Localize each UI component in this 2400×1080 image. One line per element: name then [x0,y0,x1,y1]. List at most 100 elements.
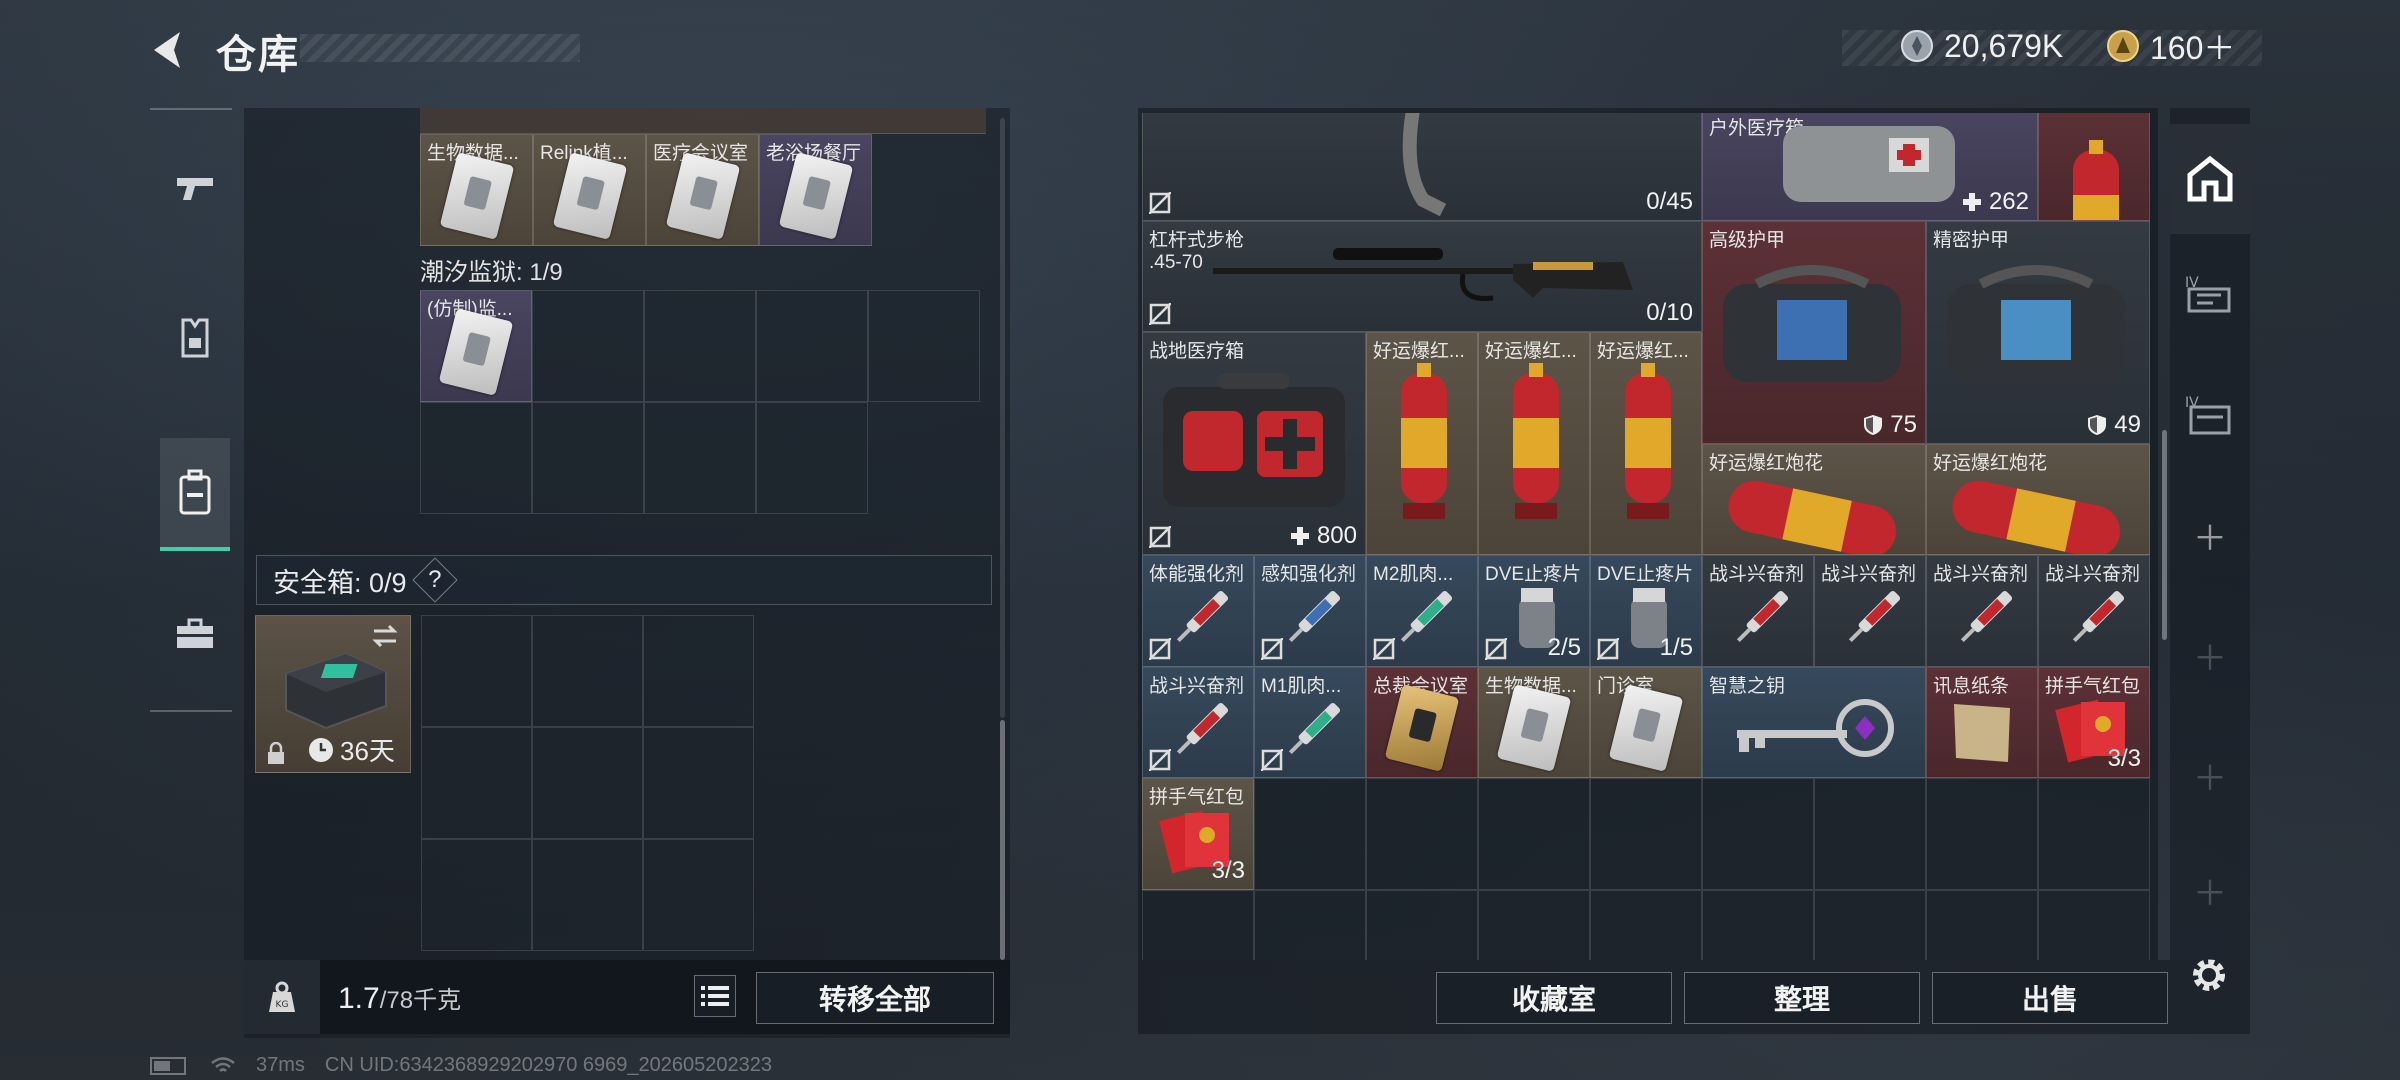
list-view-button[interactable] [694,975,736,1017]
stash-slot[interactable] [1254,889,1366,960]
stash-slot[interactable] [1814,889,1926,960]
stash-slot[interactable] [1590,889,1702,960]
stash-scrollbar-thumb[interactable] [2162,430,2167,640]
grid-slot[interactable] [644,402,756,514]
stash-slot[interactable] [1926,778,2038,890]
stash-page-iv-1[interactable]: IV [2170,240,2250,350]
keycard-item[interactable]: (仿制)监... [420,290,532,402]
grid-slot[interactable] [420,402,532,514]
grid-slot[interactable] [868,290,980,402]
stash-item[interactable]: M1肌肉... [1254,666,1366,778]
firework-item-edge[interactable] [2038,113,2150,221]
sell-button[interactable]: 出售 [1932,972,2168,1024]
keycard-item[interactable]: 医疗会议室 [646,134,759,246]
stash-item[interactable]: 生物数据... [1478,666,1590,778]
nav-tools[interactable] [160,586,230,682]
keycard-item[interactable]: 老浴场餐厅 [759,134,872,246]
safe-slot[interactable] [532,727,643,839]
add-stash-page-button[interactable]: ＋ [2170,480,2250,590]
firework-item[interactable]: 好运爆红... [1590,332,1702,555]
help-icon[interactable]: ? [411,557,458,603]
ammo-belt-item[interactable]: 0/45 [1142,113,1702,221]
stash-slot[interactable] [1702,889,1814,960]
syringe-icon [1848,590,1901,643]
organize-button[interactable]: 整理 [1684,972,1920,1024]
consumable-item[interactable]: 体能强化剂 [1142,555,1254,667]
grid-slot[interactable] [756,290,868,402]
swap-icon[interactable] [370,624,400,648]
consumable-item[interactable]: 战斗兴奋剂 [2038,555,2150,667]
item-name: 高级护甲 [1709,229,1786,251]
safe-slot[interactable] [643,727,754,839]
firework-big-item[interactable]: 好运爆红炮花 [1702,443,1926,555]
add-stash-page-button-locked[interactable]: ＋ [2170,600,2250,710]
stash-slot[interactable] [1814,778,1926,890]
currency-secondary[interactable]: 160＋ [2106,26,2235,66]
stash-item[interactable]: 总裁会议室 [1366,666,1478,778]
lever-rifle-item[interactable]: 杠杆式步枪 .45-70 0/10 [1142,220,1702,332]
consumable-item[interactable]: DVE止疼片 2/5 [1478,555,1590,667]
grid-slot[interactable] [532,402,644,514]
title-decoration [300,34,580,62]
keycard-item[interactable]: Relink植... [533,134,646,246]
safe-slot[interactable] [643,615,754,727]
stash-slot[interactable] [1702,778,1814,890]
firework-item[interactable]: 好运爆红... [1366,332,1478,555]
safe-slot[interactable] [643,839,754,951]
add-stash-page-button-locked[interactable]: ＋ [2170,720,2250,830]
stash-slot[interactable] [1254,778,1366,890]
stash-page-main[interactable] [2170,124,2250,234]
consumable-item[interactable]: 战斗兴奋剂 [1926,555,2038,667]
collection-room-button[interactable]: 收藏室 [1436,972,1672,1024]
consumable-item[interactable]: DVE止疼片 1/5 [1590,555,1702,667]
consumable-item[interactable]: 战斗兴奋剂 [1702,555,1814,667]
stash-slot[interactable] [1366,778,1478,890]
add-stash-page-button-locked[interactable]: ＋ [2170,840,2250,940]
armor-advanced-item[interactable]: 高级护甲 75 [1702,220,1926,444]
stash-slot[interactable] [2038,889,2150,960]
safe-slot[interactable] [532,615,643,727]
field-medkit-item[interactable]: 战地医疗箱 800 [1142,332,1366,555]
nav-equipment[interactable] [160,290,230,386]
grid-slot[interactable] [532,290,644,402]
armor-precision-item[interactable]: 精密护甲 49 [1926,220,2150,444]
stash-slot[interactable] [2038,778,2150,890]
safe-slot[interactable] [421,615,532,727]
stash-page-iv-2[interactable]: IV [2170,360,2250,470]
red-envelope-item[interactable]: 拼手气红包 3/3 [1142,778,1254,890]
message-note-item[interactable]: 讯息纸条 [1926,666,2038,778]
firework-item[interactable]: 好运爆红... [1478,332,1590,555]
grid-slot[interactable] [644,290,756,402]
stash-slot[interactable] [1366,889,1478,960]
safe-slot[interactable] [421,727,532,839]
item-count: 3/3 [1211,856,1245,884]
outdoor-medkit-item[interactable]: 户外医疗箱 262 [1702,113,2038,221]
stash-slot[interactable] [1926,889,2038,960]
grid-slot[interactable] [756,402,868,514]
transfer-all-button[interactable]: 转移全部 [756,972,994,1024]
stash-slot[interactable] [1142,889,1254,960]
safe-slot[interactable] [532,839,643,951]
nav-containers[interactable] [160,438,230,548]
firework-icon [1625,363,1671,519]
list-icon [701,986,729,1006]
red-envelope-item[interactable]: 拼手气红包 3/3 [2038,666,2150,778]
consumable-item[interactable]: 感知强化剂 [1254,555,1366,667]
consumable-item[interactable]: M2肌肉... [1366,555,1478,667]
nav-weapons[interactable] [160,140,230,236]
item-count: 3/3 [2107,745,2141,772]
stash-slot[interactable] [1478,778,1590,890]
stash-grid: 0/45 户外医疗箱 262 杠杆式步枪 .45-70 0/10 高级护甲 75 精密护甲 49… [1142,113,2156,960]
stash-item[interactable]: 战斗兴奋剂 [1142,666,1254,778]
stash-slot[interactable] [1590,778,1702,890]
safe-box-item[interactable]: 36天 [255,615,411,773]
left-scrollbar-thumb[interactable] [1000,720,1005,960]
keycard-item[interactable]: 生物数据... [420,134,533,246]
back-button[interactable] [148,28,192,72]
consumable-item[interactable]: 战斗兴奋剂 [1814,555,1926,667]
firework-big-item[interactable]: 好运爆红炮花 [1926,443,2150,555]
stash-item[interactable]: 门诊室 [1590,666,1702,778]
safe-slot[interactable] [421,839,532,951]
wisdom-key-item[interactable]: 智慧之钥 [1702,666,1926,778]
stash-slot[interactable] [1478,889,1590,960]
